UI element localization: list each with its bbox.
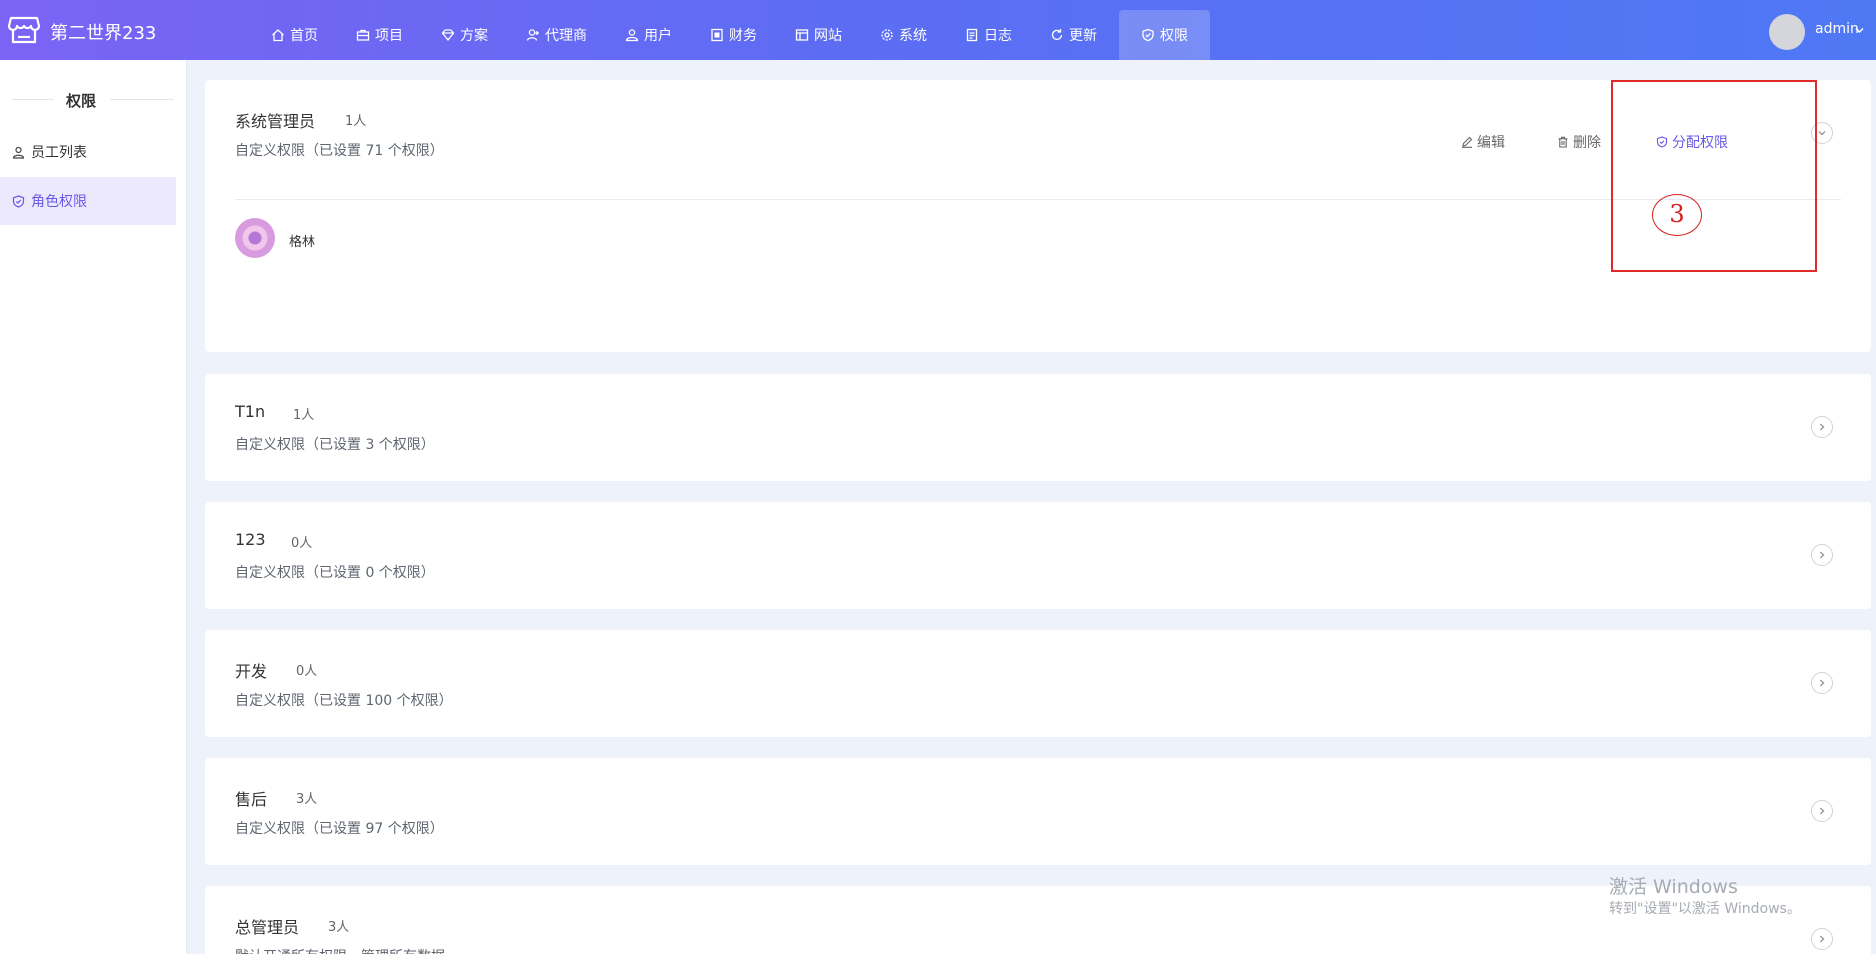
nav-item-agents[interactable]: 代理商 [510,10,603,60]
nav-label: 用户 [644,28,672,44]
finance-icon [711,28,723,42]
document-icon [966,28,978,42]
role-card[interactable]: 123 0人 自定义权限（已设置 0 个权限） [205,502,1871,609]
expand-toggle[interactable] [1811,928,1833,950]
expand-toggle[interactable] [1811,544,1833,566]
nav-label: 代理商 [545,28,587,44]
pencil-icon [1462,136,1473,148]
role-description: 自定义权限（已设置 3 个权限） [235,437,435,453]
nav-label: 系统 [899,28,927,44]
member-avatar [235,218,275,258]
sidebar-item-staff-list[interactable]: 员工列表 [0,128,176,176]
user-name[interactable]: admin [1815,21,1859,37]
nav-item-plans[interactable]: 方案 [425,10,504,60]
delete-label: 删除 [1573,135,1601,151]
trash-icon [1558,136,1568,148]
gear-icon [881,29,893,41]
role-member-count: 1人 [345,114,367,129]
shield-icon [12,194,25,208]
role-description: 默认开通所有权限，管理所有数据 [235,946,445,954]
title-divider [110,99,174,100]
expand-toggle[interactable] [1811,416,1833,438]
role-name: 总管理员 [235,918,300,937]
chevron-down-icon[interactable] [1855,26,1864,35]
refresh-icon [1051,29,1063,40]
role-card[interactable]: 开发 0人 自定义权限（已设置 100 个权限） [205,630,1871,737]
briefcase-icon [356,29,370,41]
nav-item-home[interactable]: 首页 [255,10,334,60]
expand-toggle[interactable] [1811,800,1833,822]
annotation-highlight-box [1611,80,1817,272]
nav-item-projects[interactable]: 项目 [340,10,419,60]
delete-button[interactable]: 删除 [1557,132,1601,152]
sidebar-item-role-permissions[interactable]: 角色权限 [0,177,176,225]
role-member-count: 1人 [293,408,315,423]
edit-button[interactable]: 编辑 [1461,132,1505,152]
sidebar-title-text: 权限 [65,92,96,110]
windows-activation-title: 激活 Windows [1609,876,1738,898]
shield-icon [1142,28,1154,42]
chevron-right-icon [1820,551,1825,559]
nav-label: 项目 [375,28,403,44]
role-name: 开发 [235,662,268,681]
nav-item-system[interactable]: 系统 [864,10,943,60]
nav-item-logs[interactable]: 日志 [949,10,1028,60]
user-plus-icon [526,29,539,41]
role-card[interactable]: T1n 1人 自定义权限（已设置 3 个权限） [205,374,1871,481]
role-name: 123 [235,530,266,549]
card-divider [235,199,1841,200]
title-divider [12,99,54,100]
diamond-icon [441,29,455,42]
member-name: 格林 [289,235,316,250]
role-member-count: 0人 [291,536,313,551]
brand-name[interactable]: 第二世界233 [50,19,156,45]
user-icon [12,146,25,159]
nav-label: 财务 [729,28,757,44]
users-icon [625,29,639,42]
role-card[interactable]: 售后 3人 自定义权限（已设置 97 个权限） [205,758,1871,865]
store-logo-icon[interactable] [8,14,40,46]
role-member-count: 0人 [296,664,318,679]
nav-label: 权限 [1160,28,1188,44]
role-member-count: 3人 [296,792,318,807]
nav-label: 日志 [984,28,1012,44]
sidebar-item-label: 员工列表 [31,145,87,161]
chevron-right-icon [1820,807,1825,815]
nav-item-users[interactable]: 用户 [609,10,688,60]
nav-item-permissions[interactable]: 权限 [1119,10,1210,60]
top-navigation-bar: 第二世界233 首页 项目 方案 代理商 用户 财务 网站 系统 日志 更新 权… [0,0,1876,60]
chevron-right-icon [1820,423,1825,431]
nav-item-website[interactable]: 网站 [779,10,858,60]
role-description: 自定义权限（已设置 0 个权限） [235,565,435,581]
nav-label: 方案 [460,28,488,44]
expand-toggle[interactable] [1811,672,1833,694]
role-description: 自定义权限（已设置 97 个权限） [235,821,444,837]
nav-label: 网站 [814,28,842,44]
nav-label: 首页 [290,28,318,44]
sidebar-item-label: 角色权限 [31,194,87,210]
nav-item-update[interactable]: 更新 [1034,10,1113,60]
nav-item-finance[interactable]: 财务 [694,10,773,60]
role-member-count: 3人 [328,920,350,935]
role-name: 售后 [235,790,268,809]
edit-label: 编辑 [1477,135,1505,151]
sidebar-title: 权限 [0,88,186,110]
windows-activation-hint: 转到"设置"以激活 Windows。 [1609,901,1801,917]
main-nav: 首页 项目 方案 代理商 用户 财务 网站 系统 日志 更新 权限 [255,10,1216,60]
chevron-right-icon [1820,935,1825,943]
annotation-step-marker: 3 [1652,194,1702,236]
sidebar: 权限 员工列表 角色权限 [0,60,187,954]
role-description: 自定义权限（已设置 100 个权限） [235,693,453,709]
role-description: 自定义权限（已设置 71 个权限） [235,143,444,159]
user-avatar[interactable] [1769,14,1805,50]
home-icon [272,29,284,42]
role-name: 系统管理员 [235,112,316,131]
window-icon [795,29,809,41]
chevron-right-icon [1820,679,1825,687]
chevron-down-icon [1818,131,1826,136]
nav-label: 更新 [1069,28,1097,44]
role-name: T1n [235,402,266,421]
